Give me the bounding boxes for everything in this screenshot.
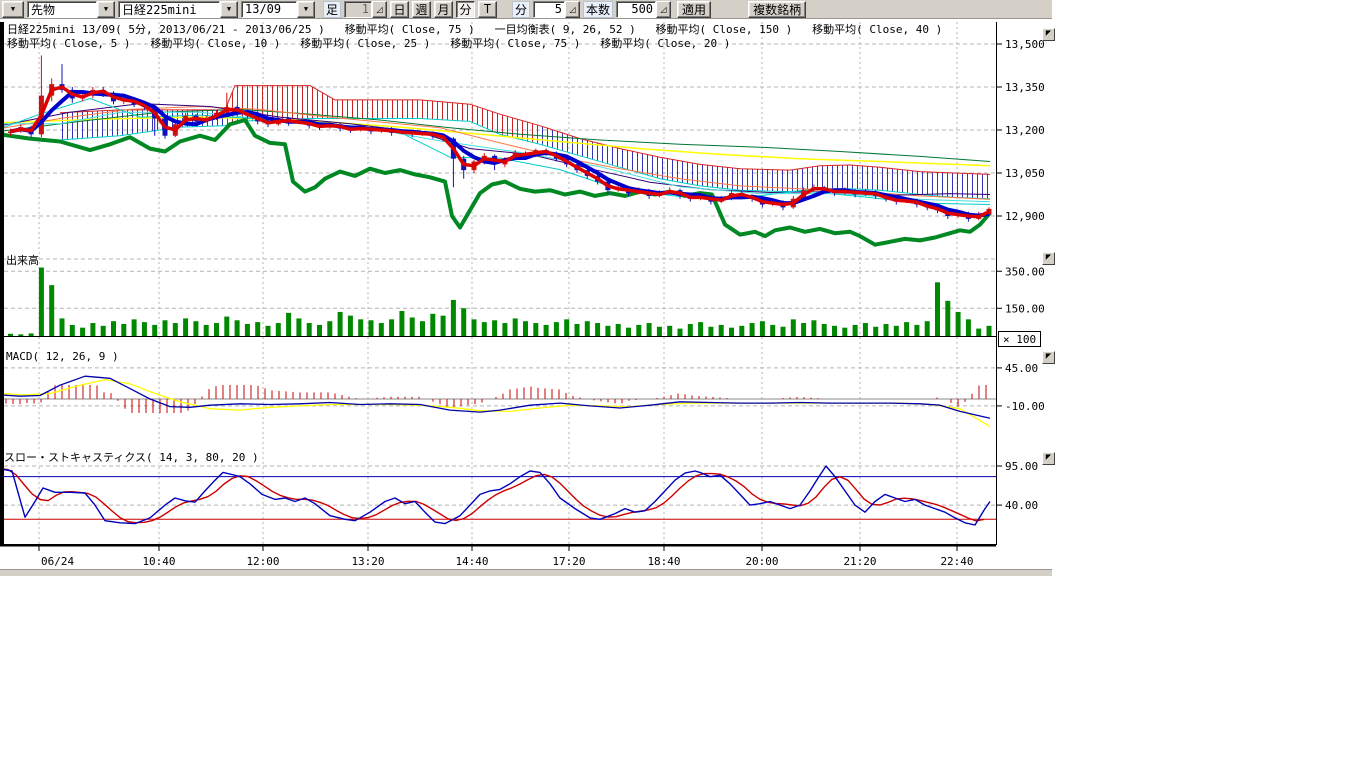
svg-text:22:40: 22:40 [940,555,973,568]
volume-pane-label: 出来高 [6,252,39,268]
svg-text:350.00: 350.00 [1005,265,1045,278]
stoch-pane-collapse-icon[interactable]: ◤ [1042,452,1055,465]
svg-text:10:40: 10:40 [142,555,175,568]
svg-text:13,350: 13,350 [1005,81,1045,94]
macd-pane-collapse-icon[interactable]: ◤ [1042,351,1055,364]
window-bottom-edge [0,569,1052,576]
volume-multiplier-box: × 100 [998,331,1041,347]
svg-text:13,500: 13,500 [1005,38,1045,51]
svg-text:13,200: 13,200 [1005,124,1045,137]
svg-text:21:20: 21:20 [843,555,876,568]
svg-text:150.00: 150.00 [1005,302,1045,315]
svg-text:13:20: 13:20 [351,555,384,568]
price-pane-collapse-icon[interactable]: ◤ [1042,28,1055,41]
svg-text:06/24: 06/24 [41,555,74,568]
stoch-pane-label: スロー・ストキャスティクス( 14, 3, 80, 20 ) [4,449,259,465]
svg-text:-10.00: -10.00 [1005,400,1045,413]
chart-header-line2: 移動平均( Close, 5 ) 移動平均( Close, 10 ) 移動平均(… [7,37,730,50]
svg-text:18:40: 18:40 [647,555,680,568]
svg-text:13,050: 13,050 [1005,167,1045,180]
svg-text:95.00: 95.00 [1005,460,1038,473]
svg-text:20:00: 20:00 [745,555,778,568]
svg-text:40.00: 40.00 [1005,499,1038,512]
macd-pane-label: MACD( 12, 26, 9 ) [6,350,119,363]
volume-pane-collapse-icon[interactable]: ◤ [1042,252,1055,265]
svg-text:12:00: 12:00 [246,555,279,568]
chart-canvas[interactable]: 13,500 13,350 13,200 13,050 12,900 350.00 150.… [0,0,1056,576]
svg-text:45.00: 45.00 [1005,362,1038,375]
chart-application-window: ▼ 先物 ▼ 日経225mini ▼ 13/09 ▼ 足 1 ◿ 日 週 月 分… [0,0,1366,768]
chart-header-line1: 日経225mini 13/09( 5分, 2013/06/21 - 2013/0… [7,23,942,36]
svg-text:12,900: 12,900 [1005,210,1045,223]
svg-text:17:20: 17:20 [552,555,585,568]
svg-text:14:40: 14:40 [455,555,488,568]
